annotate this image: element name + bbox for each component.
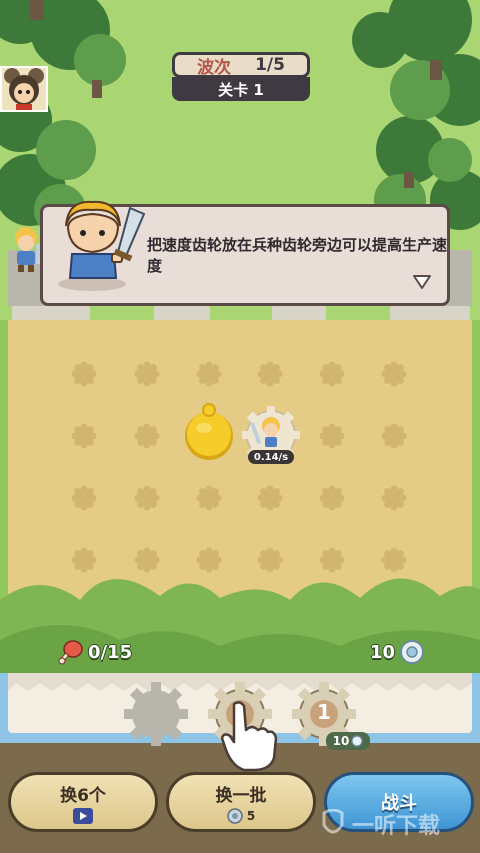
player-avatar[interactable] (0, 66, 48, 112)
gear-currency-icon (400, 640, 425, 664)
grid-cell[interactable] (319, 485, 345, 511)
grid-cell[interactable] (319, 423, 345, 449)
grid-cell[interactable] (71, 547, 97, 573)
grid-cell[interactable] (381, 423, 407, 449)
food-value: 0/15 (88, 641, 133, 663)
meat-icon (58, 640, 83, 665)
gear-currency-value: 10 (370, 641, 396, 663)
grid-cell[interactable] (196, 485, 222, 511)
gear-cost: 10 (332, 734, 350, 748)
grid-cell[interactable] (319, 547, 345, 573)
gear-currency-icon (227, 807, 243, 824)
tutorial-hand-icon (220, 701, 278, 772)
avatar-icon (2, 68, 46, 110)
grid-cell[interactable] (381, 361, 407, 387)
gear-currency-counter: 10 (370, 638, 425, 666)
tray-slot-gear[interactable]: 1 10 (290, 680, 370, 750)
grid-cell[interactable] (134, 423, 160, 449)
swap-batch-label: 换一批 (215, 785, 267, 806)
grid-cell[interactable] (381, 485, 407, 511)
next-arrow-icon[interactable] (413, 275, 431, 289)
food-counter: 0/15 (58, 638, 132, 666)
swap-six-button[interactable]: 换6个 (8, 772, 158, 832)
hero-portrait-icon (58, 200, 146, 291)
swap-six-label: 换6个 (60, 785, 106, 806)
grid-cell[interactable] (71, 361, 97, 387)
wave-label: 波次 (197, 57, 232, 78)
gear-cost-badge: 10 (326, 732, 370, 750)
coin-gear-icon[interactable] (182, 402, 236, 462)
swap-batch-button[interactable]: 换一批 5 (166, 772, 316, 832)
grid-cell[interactable] (257, 361, 283, 387)
grid-cell[interactable] (134, 485, 160, 511)
grid-cell[interactable] (196, 547, 222, 573)
grid-cell[interactable] (71, 423, 97, 449)
gear-currency-icon (351, 735, 363, 747)
production-rate: 0.14/s (248, 450, 294, 464)
wave-value: 1/5 (255, 55, 285, 75)
grid-cell[interactable] (196, 361, 222, 387)
watermark-text: 一听下载 (352, 814, 441, 839)
dialog-text: 把速度齿轮放在兵种齿轮旁边可以提高生产速度 (147, 236, 448, 275)
watermark-logo-icon (322, 809, 344, 834)
unit-gear[interactable]: 0.14/s (240, 404, 302, 466)
wave-badge: 波次 1/5 (172, 52, 310, 78)
watermark: 一听下载 (320, 808, 440, 840)
grid-cell[interactable] (71, 485, 97, 511)
level-label: 关卡 1 (172, 77, 310, 101)
grid-cell[interactable] (257, 547, 283, 573)
swap-batch-cost: 5 (246, 808, 256, 823)
grid-cell[interactable] (134, 547, 160, 573)
video-ad-icon (73, 807, 93, 824)
grid-cell[interactable] (257, 485, 283, 511)
gear-level: 1 (317, 700, 331, 724)
grid-cell[interactable] (319, 361, 345, 387)
grid-cell[interactable] (381, 547, 407, 573)
tray-slot-empty[interactable] (122, 680, 190, 748)
grid-cell[interactable] (134, 361, 160, 387)
